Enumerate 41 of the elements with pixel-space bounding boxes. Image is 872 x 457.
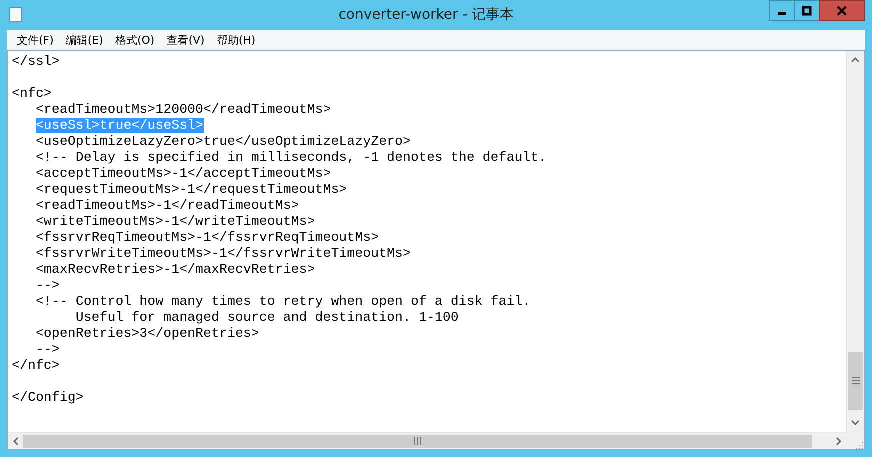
code-line: </ssl> (12, 54, 60, 69)
window-title: converter-worker - 记事本 (338, 6, 516, 24)
code-line: </nfc> (12, 358, 60, 373)
code-line: --> (34, 278, 60, 293)
menu-item[interactable]: 查看(V) (160, 32, 211, 48)
code-line: <fssrvrWriteTimeoutMs>-1</fssrvrWriteTimeoutMs> (34, 246, 411, 261)
scroll-thumb[interactable] (23, 434, 812, 448)
code-line: <openRetries>3</openRetries> (34, 326, 260, 341)
scroll-left-icon[interactable] (13, 436, 19, 446)
code-line: <readTimeoutMs>120000</readTimeoutMs> (34, 102, 332, 117)
code-line: <requestTimeoutMs>-1</requestTimeoutMs> (34, 182, 348, 197)
code-line: Useful for managed source and destination. 1-100 (74, 310, 459, 325)
code-line: </Config> (12, 390, 84, 405)
code-line: <!-- Control how many times to retry when open of a disk fail. (34, 294, 531, 309)
maximize-button[interactable] (794, 0, 820, 21)
minimize-icon (778, 12, 786, 15)
menu-item[interactable]: 编辑(E) (60, 32, 110, 48)
menu-item[interactable]: 文件(F) (11, 32, 60, 48)
close-icon (837, 6, 847, 16)
menu-item[interactable]: 帮助(H) (210, 32, 262, 48)
scroll-down-icon[interactable] (851, 420, 860, 426)
code-line: <useOptimizeLazyZero>true</useOptimizeLazyZero> (34, 134, 411, 149)
code-line: --> (34, 342, 60, 357)
vertical-scrollbar[interactable] (846, 51, 864, 432)
notepad-icon (9, 7, 23, 23)
code-line: <!-- Delay is specified in milliseconds, -1 denotes the default. (34, 150, 547, 165)
maximize-icon (802, 6, 812, 16)
code-line: <writeTimeoutMs>-1</writeTimeoutMs> (34, 214, 316, 229)
horizontal-scrollbar[interactable] (8, 432, 847, 449)
code-line: <nfc> (12, 86, 52, 101)
scroll-up-icon[interactable] (851, 57, 860, 63)
code-line: <acceptTimeoutMs>-1</acceptTimeoutMs> (34, 166, 332, 181)
minimize-button[interactable] (769, 0, 795, 21)
scroll-right-icon[interactable] (836, 436, 842, 446)
close-button[interactable] (819, 0, 865, 21)
grip-dots-icon (856, 441, 864, 449)
scroll-thumb[interactable] (848, 352, 863, 410)
code-line: <readTimeoutMs>-1</readTimeoutMs> (34, 198, 300, 213)
code-line: <fssrvrReqTimeoutMs>-1</fssrvrReqTimeoutMs> (34, 230, 380, 245)
menu-item[interactable]: 格式(O) (109, 32, 161, 48)
code-line: <maxRecvRetries>-1</maxRecvRetries> (34, 262, 316, 277)
